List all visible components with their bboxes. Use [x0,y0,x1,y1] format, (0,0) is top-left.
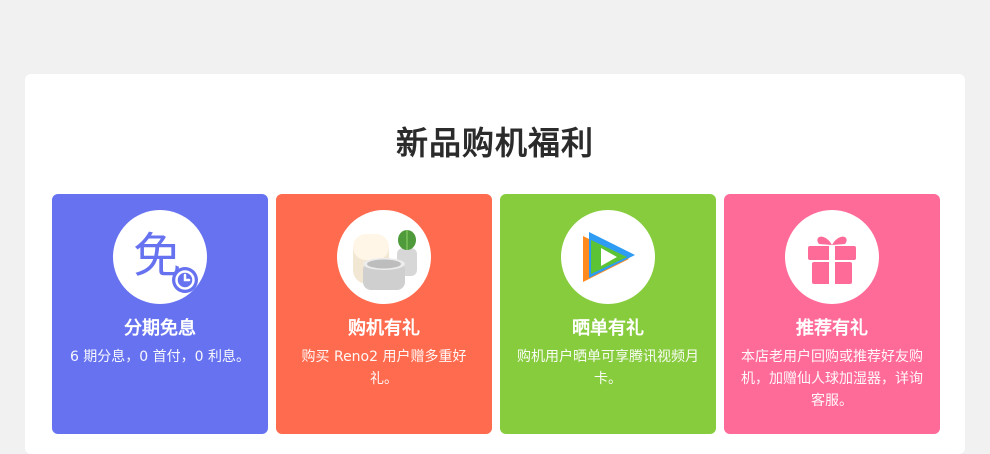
card-title: 购机有礼 [348,318,420,339]
interest-free-icon: 免 [113,210,207,304]
card-description: 6 期分息，0 首付，0 利息。 [69,349,251,365]
benefit-card-interest-free[interactable]: 免 分期免息 6 期分息，0 首付，0 利息。 [52,194,268,434]
benefit-card-referral[interactable]: 推荐有礼 本店老用户回购或推荐好友购机，加赠仙人球加湿器，详询客服。 [724,194,940,434]
card-description: 购买 Reno2 用户赠多重好礼。 [301,349,467,387]
card-title: 推荐有礼 [796,318,868,339]
gift-box-icon [785,210,879,304]
benefit-card-share-review[interactable]: 晒单有礼 购机用户晒单可享腾讯视频月卡。 [500,194,716,434]
card-description: 购机用户晒单可享腾讯视频月卡。 [517,349,699,387]
card-title: 晒单有礼 [572,318,644,339]
gift-products-icon [337,210,431,304]
tencent-video-play-icon [561,210,655,304]
card-description: 本店老用户回购或推荐好友购机，加赠仙人球加湿器，详询客服。 [741,349,923,409]
section-title: 新品购机福利 [395,124,594,162]
card-title: 分期免息 [124,318,196,339]
benefit-card-purchase-gift[interactable]: 购机有礼 购买 Reno2 用户赠多重好礼。 [276,194,492,434]
